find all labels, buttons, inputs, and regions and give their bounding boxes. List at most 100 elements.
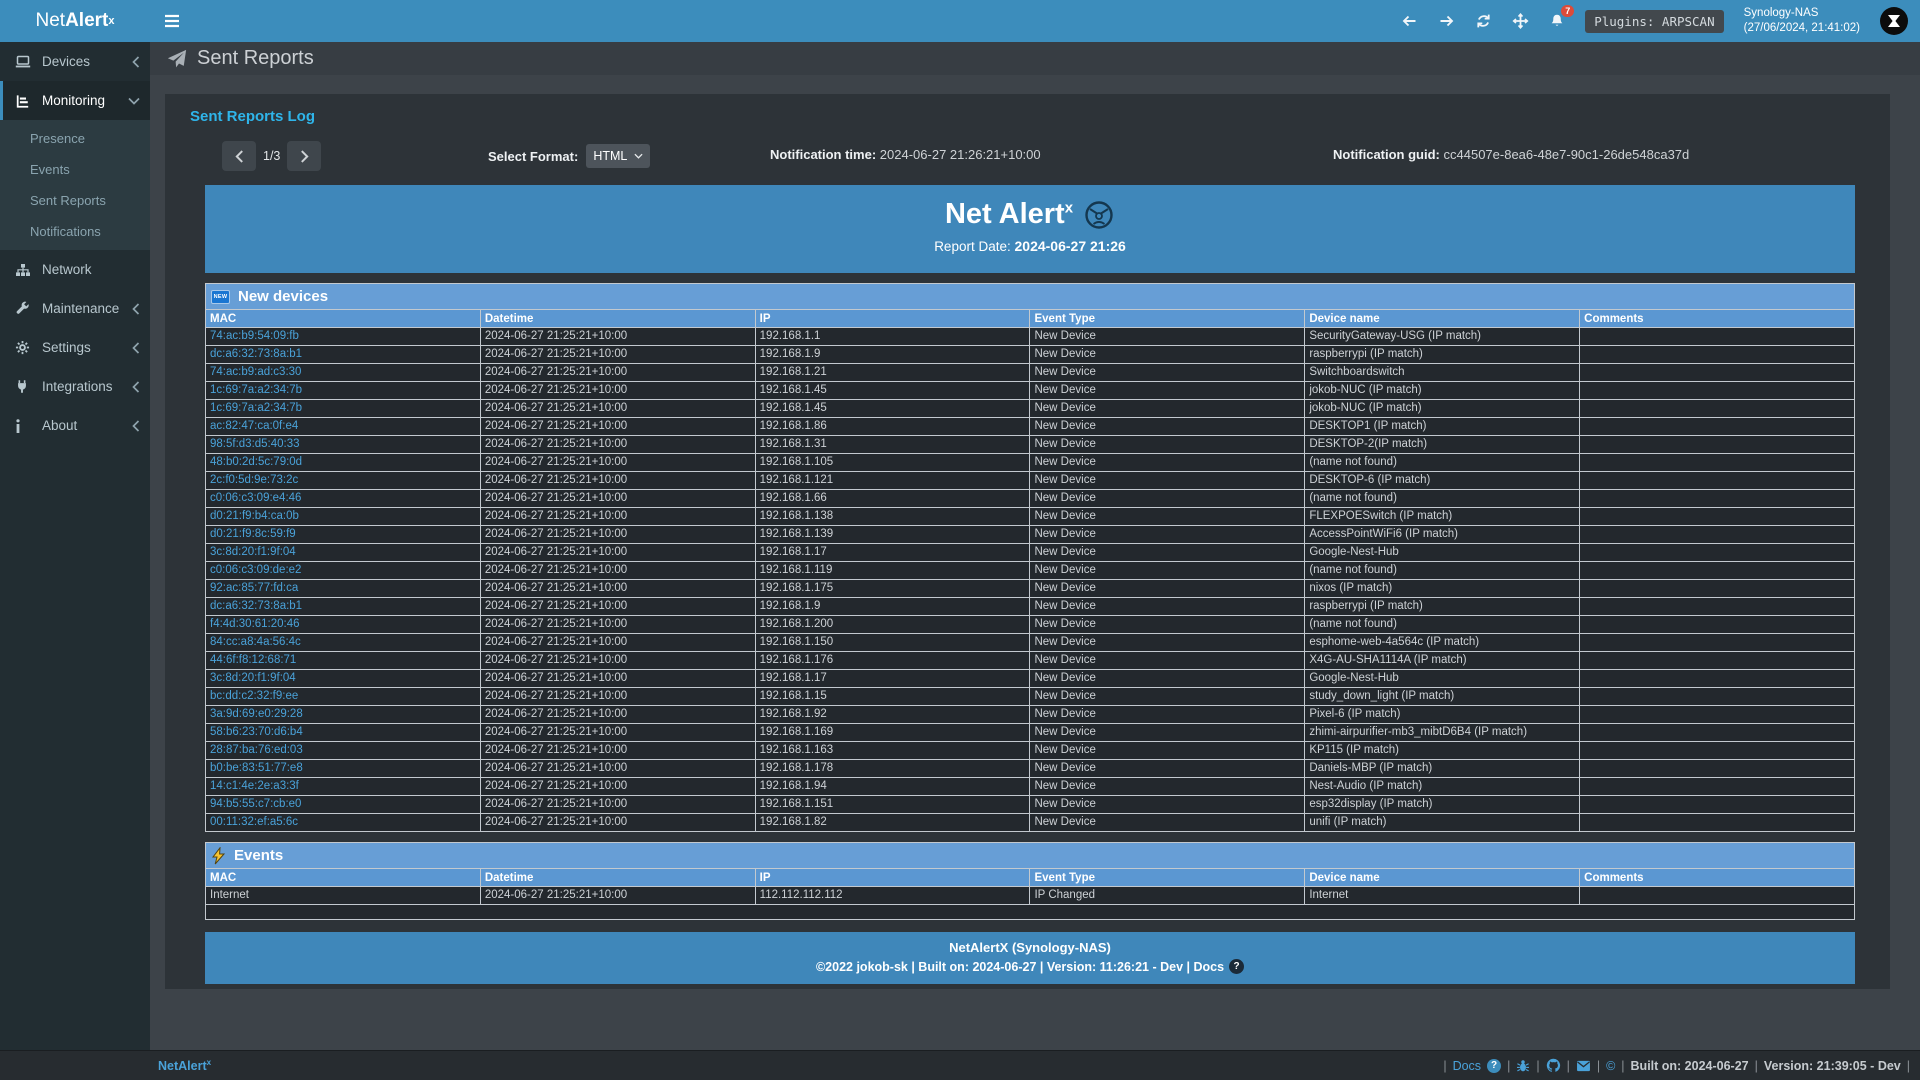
- column-header-device-name: Device name: [1305, 310, 1580, 328]
- docs-help-icon[interactable]: ?: [1229, 959, 1244, 974]
- table-row: c0:06:c3:09:e4:462024-06-27 21:25:21+10:…: [206, 490, 1855, 508]
- report-title-sup: x: [1065, 199, 1073, 216]
- docs-help-icon[interactable]: ?: [1487, 1059, 1501, 1073]
- netalertx-logo-icon: [1083, 199, 1115, 231]
- sidebar-item-monitoring[interactable]: Monitoring: [0, 81, 150, 120]
- sidebar-item-devices[interactable]: Devices: [0, 42, 150, 81]
- mac-link[interactable]: d0:21:f9:8c:59:f9: [210, 528, 296, 540]
- table-cell: New Device: [1030, 670, 1305, 688]
- table-cell: New Device: [1030, 508, 1305, 526]
- column-header-device-name: Device name: [1305, 869, 1580, 887]
- mac-link[interactable]: 3c:8d:20:f1:9f:04: [210, 672, 296, 684]
- mac-link[interactable]: 48:b0:2d:5c:79:0d: [210, 456, 302, 468]
- mac-link[interactable]: 94:b5:55:c7:cb:e0: [210, 798, 301, 810]
- back-arrow-icon[interactable]: [1401, 13, 1418, 29]
- report-footer-meta: ©2022 jokob-sk | Built on: 2024-06-27 | …: [205, 959, 1855, 974]
- statusbar-brand[interactable]: NetAlertx: [158, 1058, 211, 1073]
- separator: |: [1755, 1059, 1758, 1073]
- sidebar-item-about[interactable]: About: [0, 406, 150, 445]
- mac-link[interactable]: 3c:8d:20:f1:9f:04: [210, 546, 296, 558]
- mac-link[interactable]: 00:11:32:ef:a5:6c: [210, 816, 298, 828]
- mac-link[interactable]: c0:06:c3:09:de:e2: [210, 564, 301, 576]
- mac-link[interactable]: dc:a6:32:73:8a:b1: [210, 348, 302, 360]
- table-cell: b0:be:83:51:77:e8: [206, 760, 481, 778]
- brand-logo[interactable]: NetAlertx: [0, 0, 150, 42]
- main-content: Sent Reports Sent Reports Log 1/3: [150, 42, 1920, 1050]
- table-cell: [1580, 580, 1855, 598]
- table-cell: 192.168.1.163: [755, 742, 1030, 760]
- table-cell: 74:ac:b9:ad:c3:30: [206, 364, 481, 382]
- table-cell: SecurityGateway-USG (IP match): [1305, 328, 1580, 346]
- mac-link[interactable]: 1c:69:7a:a2:34:7b: [210, 384, 302, 396]
- forward-arrow-icon[interactable]: [1438, 13, 1455, 29]
- table-row: 98:5f:d3:d5:40:332024-06-27 21:25:21+10:…: [206, 436, 1855, 454]
- mac-link[interactable]: dc:a6:32:73:8a:b1: [210, 600, 302, 612]
- mac-link[interactable]: 14:c1:4e:2e:a3:3f: [210, 780, 299, 792]
- table-cell: 2024-06-27 21:25:21+10:00: [480, 562, 755, 580]
- bug-report-icon[interactable]: [1516, 1059, 1530, 1073]
- table-cell: New Device: [1030, 652, 1305, 670]
- sidebar-item-maintenance[interactable]: Maintenance: [0, 289, 150, 328]
- sidebar-subitem-presence[interactable]: Presence: [0, 123, 150, 154]
- plugins-status-badge[interactable]: Plugins: ARPSCAN: [1585, 10, 1723, 33]
- hamburger-menu-icon[interactable]: [164, 14, 180, 28]
- table-row: b0:be:83:51:77:e82024-06-27 21:25:21+10:…: [206, 760, 1855, 778]
- mac-link[interactable]: 98:5f:d3:d5:40:33: [210, 438, 300, 450]
- notifications-bell-icon[interactable]: 7: [1549, 13, 1565, 29]
- table-row: d0:21:f9:b4:ca:0b2024-06-27 21:25:21+10:…: [206, 508, 1855, 526]
- table-cell: [1580, 562, 1855, 580]
- table-cell: 3c:8d:20:f1:9f:04: [206, 544, 481, 562]
- github-icon[interactable]: [1546, 1058, 1561, 1073]
- table-cell: [1580, 778, 1855, 796]
- table-cell: 192.168.1.17: [755, 544, 1030, 562]
- mac-link[interactable]: 58:b6:23:70:d6:b4: [210, 726, 303, 738]
- sidebar-item-network[interactable]: Network: [0, 250, 150, 289]
- table-cell: 48:b0:2d:5c:79:0d: [206, 454, 481, 472]
- mac-link[interactable]: 3a:9d:69:e0:29:28: [210, 708, 303, 720]
- docs-link[interactable]: Docs: [1453, 1059, 1481, 1073]
- user-avatar[interactable]: [1880, 7, 1908, 35]
- next-page-button[interactable]: [287, 141, 321, 171]
- mac-link[interactable]: 44:6f:f8:12:68:71: [210, 654, 296, 666]
- table-cell: 74:ac:b9:54:09:fb: [206, 328, 481, 346]
- mac-link[interactable]: c0:06:c3:09:e4:46: [210, 492, 301, 504]
- table-cell: New Device: [1030, 598, 1305, 616]
- table-cell: New Device: [1030, 688, 1305, 706]
- mac-link[interactable]: 2c:f0:5d:9e:73:2c: [210, 474, 298, 486]
- sidebar-subitem-events[interactable]: Events: [0, 154, 150, 185]
- table-cell: [1580, 436, 1855, 454]
- mac-link[interactable]: ac:82:47:ca:0f:e4: [210, 420, 298, 432]
- table-cell: 192.168.1.150: [755, 634, 1030, 652]
- mac-link[interactable]: f4:4d:30:61:20:46: [210, 618, 300, 630]
- email-icon[interactable]: [1576, 1060, 1591, 1072]
- table-cell: New Device: [1030, 760, 1305, 778]
- table-cell: 2024-06-27 21:25:21+10:00: [480, 526, 755, 544]
- sidebar-item-integrations[interactable]: Integrations: [0, 367, 150, 406]
- sidebar-item-settings[interactable]: Settings: [0, 328, 150, 367]
- copyright-link[interactable]: ©: [1606, 1059, 1615, 1073]
- mac-link[interactable]: 74:ac:b9:ad:c3:30: [210, 366, 301, 378]
- monitoring-chart-icon: [15, 94, 35, 108]
- prev-page-button[interactable]: [222, 141, 256, 171]
- table-cell: [1580, 598, 1855, 616]
- format-select[interactable]: HTML: [586, 144, 650, 168]
- mac-link[interactable]: 1c:69:7a:a2:34:7b: [210, 402, 302, 414]
- table-row: 92:ac:85:77:fd:ca2024-06-27 21:25:21+10:…: [206, 580, 1855, 598]
- table-header-row: MACDatetimeIPEvent TypeDevice nameCommen…: [206, 310, 1855, 328]
- table-cell: New Device: [1030, 778, 1305, 796]
- table-cell: New Device: [1030, 724, 1305, 742]
- table-cell: New Device: [1030, 328, 1305, 346]
- mac-link[interactable]: bc:dd:c2:32:f9:ee: [210, 690, 298, 702]
- table-row: 84:cc:a8:4a:56:4c2024-06-27 21:25:21+10:…: [206, 634, 1855, 652]
- mac-link[interactable]: d0:21:f9:b4:ca:0b: [210, 510, 299, 522]
- mac-link[interactable]: 28:87:ba:76:ed:03: [210, 744, 303, 756]
- mac-link[interactable]: 84:cc:a8:4a:56:4c: [210, 636, 301, 648]
- mac-link[interactable]: 92:ac:85:77:fd:ca: [210, 582, 298, 594]
- sidebar-subitem-notifications[interactable]: Notifications: [0, 216, 150, 247]
- sidebar-subitem-sent-reports[interactable]: Sent Reports: [0, 185, 150, 216]
- mac-link[interactable]: 74:ac:b9:54:09:fb: [210, 330, 299, 342]
- column-header-ip: IP: [755, 310, 1030, 328]
- refresh-icon[interactable]: [1475, 13, 1492, 29]
- move-icon[interactable]: [1512, 13, 1529, 29]
- mac-link[interactable]: b0:be:83:51:77:e8: [210, 762, 303, 774]
